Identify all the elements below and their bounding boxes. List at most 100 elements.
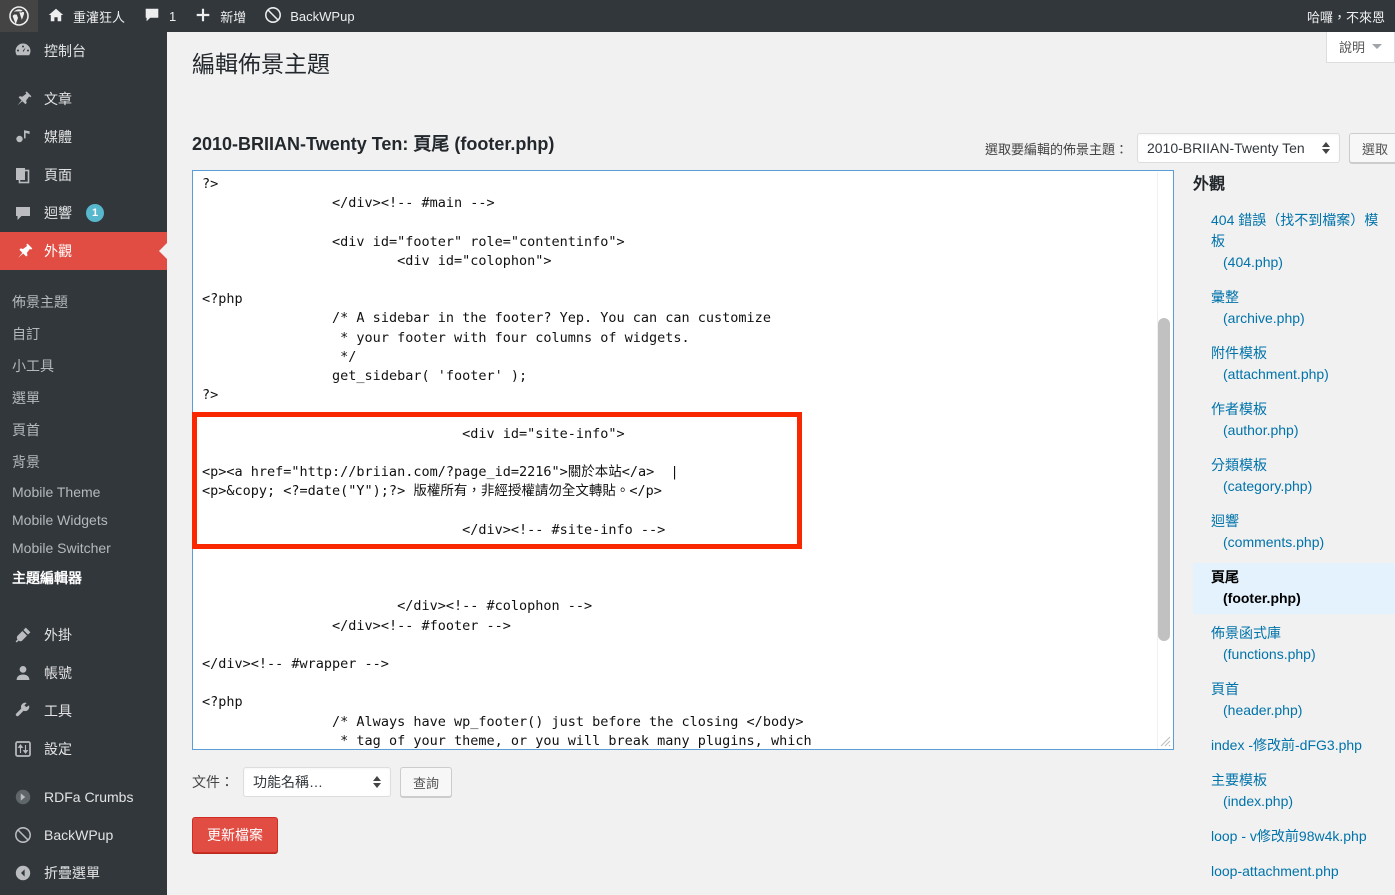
sidebar-item-tools[interactable]: 工具 <box>0 692 167 730</box>
chevron-down-icon <box>1372 44 1382 49</box>
sidebar-item-label: 帳號 <box>44 665 72 681</box>
sidebar-item-label: 設定 <box>44 741 72 757</box>
submenu-item-widgets[interactable]: 小工具 <box>0 350 167 382</box>
backwpup-menu[interactable]: BackWPup <box>255 0 363 32</box>
theme-select-wrapper: 2010-BRIIAN-Twenty Ten <box>1136 133 1340 163</box>
template-file-header[interactable]: 頁首 (header.php) <box>1193 675 1395 726</box>
sidebar-item-users[interactable]: 帳號 <box>0 654 167 692</box>
sidebar-item-label: BackWPup <box>44 827 114 843</box>
new-content-menu[interactable]: 新增 <box>185 0 255 32</box>
theme-select[interactable]: 2010-BRIIAN-Twenty Ten <box>1136 133 1340 163</box>
submenu-item-background[interactable]: 背景 <box>0 446 167 478</box>
submenu-item-themes[interactable]: 佈景主題 <box>0 286 167 318</box>
template-file-desc: 迴響 <box>1211 513 1239 529</box>
sidebar-item-media[interactable]: 媒體 <box>0 118 167 156</box>
sidebar-item-comments[interactable]: 迴響 1 <box>0 194 167 232</box>
template-file-footer[interactable]: 頁尾 (footer.php) <box>1193 563 1395 614</box>
help-tab-label: 說明 <box>1338 40 1365 55</box>
code-content: ?> </div><!-- #main --> <div id="footer"… <box>202 176 812 749</box>
sidebar-item-settings[interactable]: 設定 <box>0 730 167 768</box>
template-file-desc: 主要模板 <box>1211 772 1267 788</box>
comments-count-label: 1 <box>169 8 177 24</box>
docs-label: 文件： <box>192 774 234 790</box>
template-file-category[interactable]: 分類模板 (category.php) <box>1193 451 1395 502</box>
admin-page: 重灌狂人 1 新增 BackWPup 哈囉，不來恩 控制台 文章 媒體 頁面 迴… <box>0 0 1395 895</box>
template-file-desc: 佈景函式庫 <box>1211 625 1281 641</box>
template-file-archive[interactable]: 彙整 (archive.php) <box>1193 283 1395 334</box>
sidebar-item-appearance[interactable]: 外觀 <box>0 232 167 270</box>
site-name-menu[interactable]: 重灌狂人 <box>38 0 134 32</box>
template-file-functions[interactable]: 佈景函式庫 (functions.php) <box>1193 619 1395 670</box>
submenu-item-menus[interactable]: 選單 <box>0 382 167 414</box>
sidebar-item-pages[interactable]: 頁面 <box>0 156 167 194</box>
template-file-404[interactable]: 404 錯誤（找不到檔案）模板 (404.php) <box>1193 206 1395 278</box>
template-file-author[interactable]: 作者模板 (author.php) <box>1193 395 1395 446</box>
submenu-item-mobile-widgets[interactable]: Mobile Widgets <box>0 506 167 534</box>
submenu-label: Mobile Switcher <box>12 540 111 556</box>
template-file-desc: 作者模板 <box>1211 401 1267 417</box>
template-file-loop-backup[interactable]: loop - v修改前98w4k.php <box>1193 822 1395 852</box>
template-file-desc: loop-attachment.php <box>1211 863 1339 879</box>
select-theme-button[interactable]: 選取 <box>1348 133 1395 163</box>
site-name-label: 重灌狂人 <box>73 9 126 25</box>
account-greeting-label: 哈囉，不來恩 <box>1306 9 1385 25</box>
sidebar-item-label: 迴響 <box>44 205 72 221</box>
template-file-desc: 彙整 <box>1211 289 1239 305</box>
posts-pin-icon <box>12 88 34 110</box>
pages-icon <box>12 164 34 186</box>
sidebar-item-label: 頁面 <box>44 167 72 183</box>
submenu-item-mobile-theme[interactable]: Mobile Theme <box>0 478 167 506</box>
plus-icon <box>194 6 214 26</box>
textarea-resize-grip[interactable] <box>1157 733 1171 747</box>
users-icon <box>12 662 34 684</box>
sidebar-item-rdfa-crumbs[interactable]: RDFa Crumbs <box>0 778 167 816</box>
template-list-heading: 外觀 <box>1193 176 1226 193</box>
template-file-index[interactable]: 主要模板 (index.php) <box>1193 766 1395 817</box>
template-file-name: (404.php) <box>1223 254 1283 270</box>
lookup-button[interactable]: 查詢 <box>400 767 453 797</box>
sidebar-item-label: 外掛 <box>44 627 72 643</box>
template-file-desc: 附件模板 <box>1211 345 1267 361</box>
submenu-item-header[interactable]: 頁首 <box>0 414 167 446</box>
docs-select-wrapper: 功能名稱… <box>243 767 391 797</box>
sidebar-item-dashboard[interactable]: 控制台 <box>0 32 167 70</box>
editor-scrollbar-track[interactable] <box>1157 172 1172 749</box>
submenu-label: 小工具 <box>12 358 54 374</box>
account-menu[interactable]: 哈囉，不來恩 <box>1307 7 1395 26</box>
template-file-index-backup[interactable]: index -修改前-dFG3.php <box>1193 731 1395 761</box>
documentation-lookup-row: 文件： 功能名稱… 查詢 <box>192 767 453 797</box>
update-file-button[interactable]: 更新檔案 <box>192 817 278 853</box>
theme-select-label: 選取要編輯的佈景主題： <box>984 141 1128 157</box>
template-file-name: (archive.php) <box>1223 310 1305 326</box>
sidebar-item-label: RDFa Crumbs <box>44 789 134 805</box>
wp-logo-menu[interactable] <box>0 0 38 32</box>
template-file-name: (functions.php) <box>1223 646 1316 662</box>
submenu-item-theme-editor[interactable]: 主題編輯器 <box>0 562 167 594</box>
comments-bubble-menu[interactable]: 1 <box>134 0 185 32</box>
template-file-name: (comments.php) <box>1223 534 1325 550</box>
template-file-desc: 頁尾 <box>1211 569 1239 585</box>
appearance-brush-icon <box>12 240 34 262</box>
submenu-item-customize[interactable]: 自訂 <box>0 318 167 350</box>
sidebar-item-label: 控制台 <box>44 43 86 59</box>
submenu-label: 主題編輯器 <box>12 570 82 586</box>
template-file-attachment[interactable]: 附件模板 (attachment.php) <box>1193 339 1395 390</box>
home-icon <box>47 6 67 26</box>
sidebar-item-posts[interactable]: 文章 <box>0 80 167 118</box>
file-subtitle: 2010-BRIIAN-Twenty Ten: 頁尾 (footer.php) <box>192 134 555 154</box>
function-name-select[interactable]: 功能名稱… <box>243 767 391 797</box>
template-file-loop-attachment[interactable]: loop-attachment.php <box>1193 857 1395 887</box>
help-tab-button[interactable]: 說明 <box>1325 32 1395 63</box>
template-file-comments[interactable]: 迴響 (comments.php) <box>1193 507 1395 558</box>
comments-pending-badge: 1 <box>86 204 104 222</box>
sidebar-item-plugins[interactable]: 外掛 <box>0 616 167 654</box>
editor-scrollbar-thumb[interactable] <box>1158 318 1170 641</box>
menu-separator <box>0 768 167 778</box>
appearance-submenu: 佈景主題 自訂 小工具 選單 頁首 背景 Mobile Theme Mobile… <box>0 284 167 602</box>
code-textarea[interactable]: ?> </div><!-- #main --> <div id="footer"… <box>192 170 1174 750</box>
sidebar-item-backwpup[interactable]: BackWPup <box>0 816 167 854</box>
dashboard-icon <box>12 40 34 62</box>
submenu-item-mobile-switcher[interactable]: Mobile Switcher <box>0 534 167 562</box>
template-file-name: (author.php) <box>1223 422 1299 438</box>
collapse-menu-button[interactable]: 折疊選單 <box>0 854 167 892</box>
